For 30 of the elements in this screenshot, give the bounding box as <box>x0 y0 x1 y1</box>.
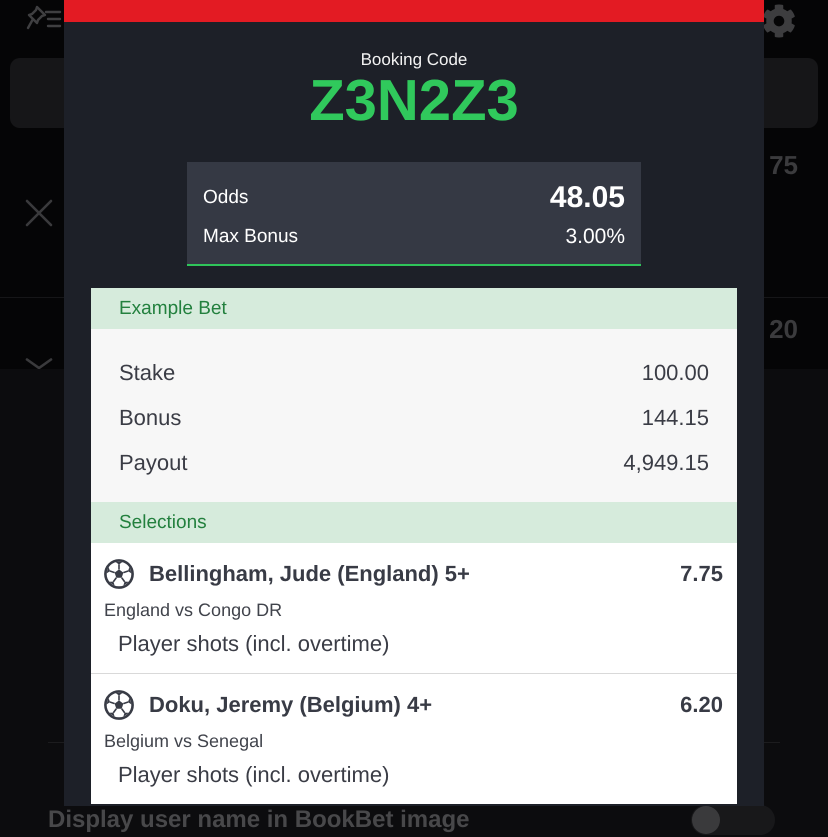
market-name: Player shots (incl. overtime) <box>118 631 390 657</box>
bet-amount: 100.00 <box>642 360 709 386</box>
market-name: Player shots (incl. overtime) <box>118 762 390 788</box>
soccer-ball-icon <box>104 690 134 720</box>
toggle-switch[interactable] <box>691 805 775 835</box>
match-name: Belgium vs Senegal <box>104 730 264 752</box>
bet-label: Bonus <box>119 404 182 430</box>
max-bonus-label: Max Bonus <box>203 226 298 248</box>
max-bonus-value: 3.00% <box>565 225 625 249</box>
bet-amount: 144.15 <box>642 404 709 430</box>
pin-list-icon[interactable] <box>26 4 62 32</box>
odds-value: 48.05 <box>550 181 625 215</box>
bet-label: Payout <box>119 450 188 476</box>
selection-odds: 6.20 <box>680 692 723 718</box>
chevron-down-icon[interactable] <box>25 358 53 369</box>
selection-title: Bellingham, Jude (England) 5+ <box>149 561 470 587</box>
settings-icon[interactable] <box>762 4 796 38</box>
soccer-ball-icon <box>104 559 134 589</box>
booking-code-label: Booking Code <box>360 50 468 70</box>
section-header: Example Bet <box>91 288 737 329</box>
selection-title: Doku, Jeremy (Belgium) 4+ <box>149 692 432 718</box>
section-header: Selections <box>91 502 737 543</box>
close-icon[interactable] <box>25 198 53 226</box>
bet-amount: 4,949.15 <box>623 450 709 476</box>
setting-label: Display user name in BookBet image <box>48 806 470 834</box>
match-name: England vs Congo DR <box>104 599 284 621</box>
selection-odds: 7.75 <box>680 561 723 587</box>
bet-label: Stake <box>119 360 176 386</box>
odds-label: Odds <box>203 187 248 209</box>
booking-code: Z3N2Z3 <box>309 72 519 130</box>
